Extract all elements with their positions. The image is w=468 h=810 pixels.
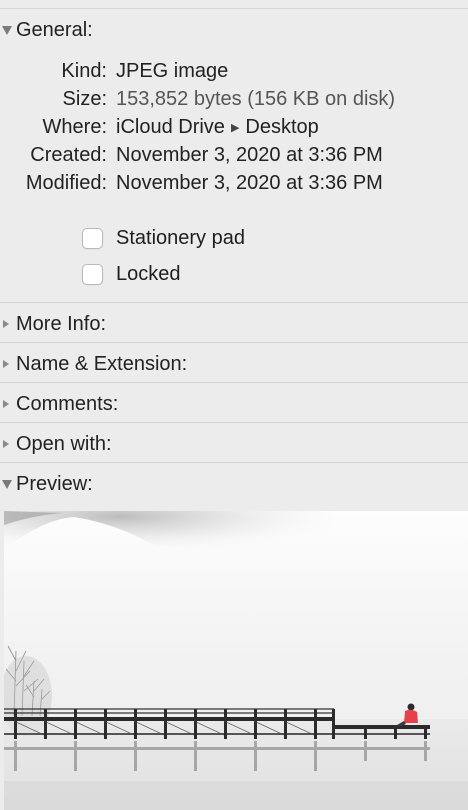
created-value: November 3, 2020 at 3:36 PM	[116, 144, 383, 166]
size-value: 153,852 bytes (156 KB on disk)	[116, 88, 396, 110]
info-row-where: Where: iCloud Drive ▶ Desktop	[0, 116, 468, 144]
section-open-with-header[interactable]: Open with:	[0, 424, 468, 464]
section-divider	[0, 342, 468, 343]
section-name-extension-title: Name & Extension:	[16, 352, 188, 375]
section-name-extension-header[interactable]: Name & Extension:	[0, 344, 468, 384]
locked-checkbox[interactable]	[82, 263, 103, 285]
locked-label: Locked	[116, 262, 181, 285]
kind-value: JPEG image	[116, 60, 229, 82]
stationery-pad-checkbox[interactable]	[82, 227, 103, 249]
section-general-title: General:	[16, 18, 93, 41]
section-more-info-title: More Info:	[16, 312, 107, 335]
image-preview	[4, 511, 468, 810]
section-more-info-header[interactable]: More Info:	[0, 304, 468, 344]
disclosure-expanded-icon[interactable]	[0, 25, 16, 35]
right-triangle-icon: ▶	[230, 122, 240, 134]
where-label: Where:	[42, 116, 107, 138]
locked-checkbox-row[interactable]: Locked	[82, 260, 181, 288]
info-row-created: Created: November 3, 2020 at 3:36 PM	[0, 144, 468, 172]
stationery-pad-checkbox-row[interactable]: Stationery pad	[82, 224, 245, 252]
top-divider	[0, 8, 468, 9]
info-row-modified: Modified: November 3, 2020 at 3:36 PM	[0, 172, 468, 200]
disclosure-collapsed-icon[interactable]	[0, 320, 16, 328]
kind-label: Kind:	[61, 60, 107, 82]
disclosure-collapsed-icon[interactable]	[0, 400, 16, 408]
where-value: iCloud Drive ▶ Desktop	[116, 116, 319, 139]
section-comments-header[interactable]: Comments:	[0, 384, 468, 424]
info-row-size: Size: 153,852 bytes (156 KB on disk)	[0, 88, 468, 116]
disclosure-expanded-icon[interactable]	[0, 479, 16, 489]
where-folder: Desktop	[245, 116, 319, 138]
section-preview-header[interactable]: Preview:	[0, 464, 468, 504]
section-divider	[0, 382, 468, 383]
where-location: iCloud Drive	[116, 116, 225, 138]
section-comments-title: Comments:	[16, 392, 119, 415]
created-label: Created:	[30, 144, 107, 166]
modified-value: November 3, 2020 at 3:36 PM	[116, 172, 383, 194]
section-preview-title: Preview:	[16, 472, 93, 495]
section-divider	[0, 302, 468, 303]
section-divider	[0, 462, 468, 463]
info-row-kind: Kind: JPEG image	[0, 60, 468, 88]
size-label: Size:	[62, 88, 107, 110]
section-divider	[0, 422, 468, 423]
stationery-pad-label: Stationery pad	[116, 226, 245, 249]
disclosure-collapsed-icon[interactable]	[0, 360, 16, 368]
disclosure-collapsed-icon[interactable]	[0, 440, 16, 448]
preview-image	[4, 511, 468, 810]
section-general-header[interactable]: General:	[0, 10, 468, 50]
section-open-with-title: Open with:	[16, 432, 112, 455]
modified-label: Modified:	[25, 172, 107, 194]
